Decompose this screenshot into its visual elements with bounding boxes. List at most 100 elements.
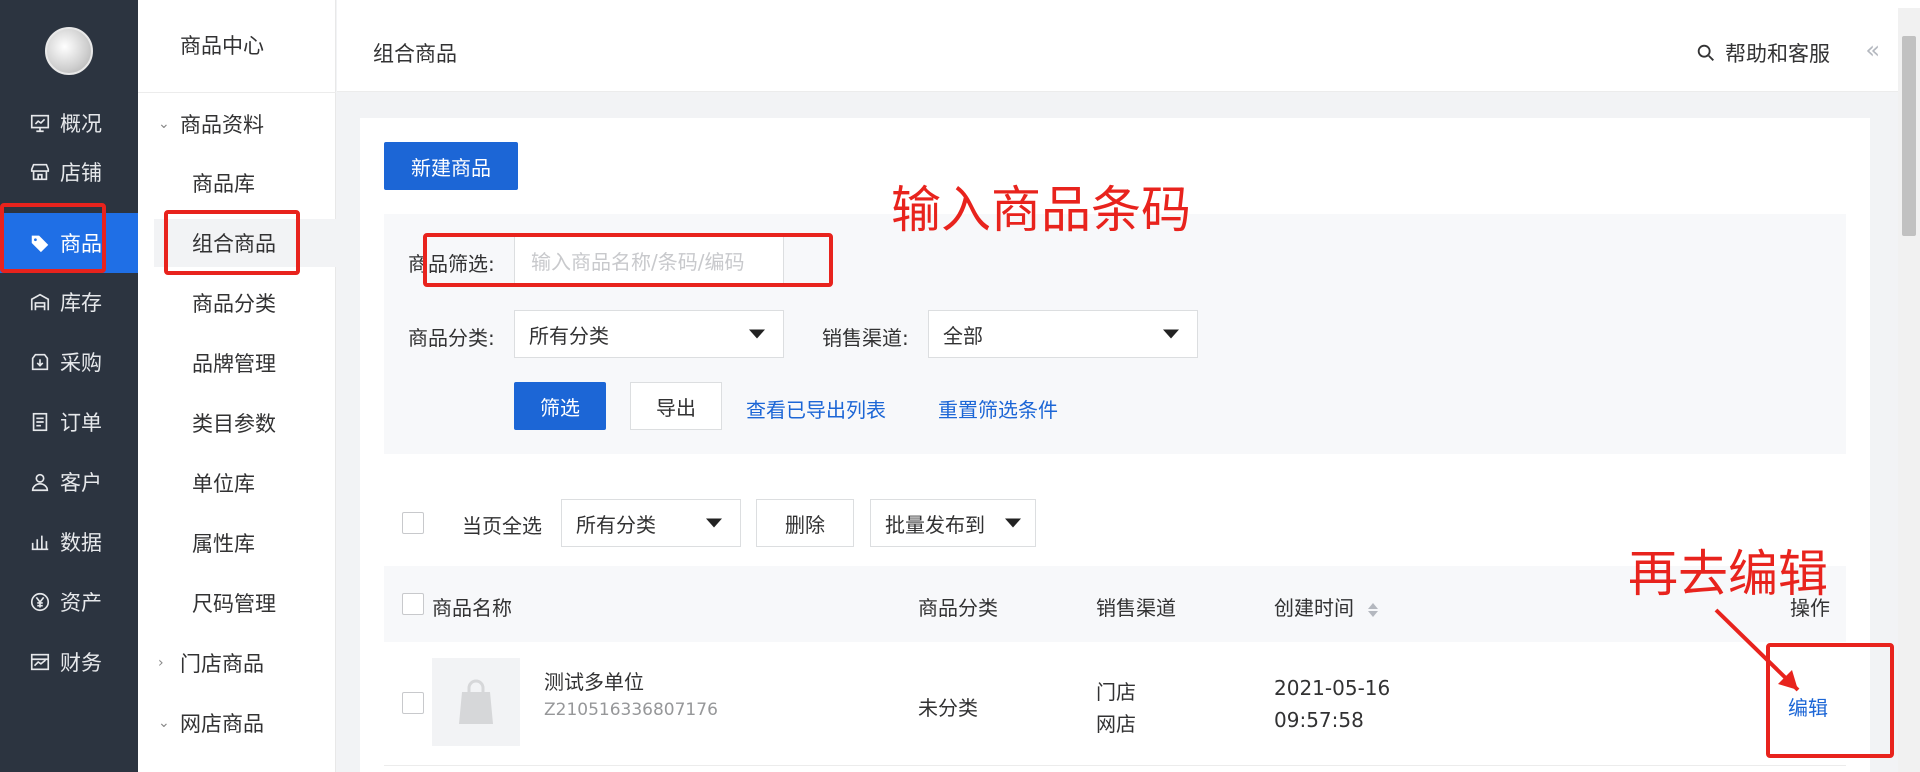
- chevron-right-icon: ›: [158, 655, 164, 671]
- sidebar-item-label: 店铺: [60, 161, 102, 185]
- sidebar-item-orders[interactable]: 订单: [0, 392, 138, 452]
- sidebar-item-label: 财务: [60, 651, 102, 675]
- page-title: 组合商品: [373, 42, 457, 66]
- select-all-checkbox[interactable]: [402, 512, 424, 534]
- annotation-box-goods: [0, 203, 106, 273]
- product-category: 未分类: [918, 696, 978, 720]
- view-exported-link[interactable]: 查看已导出列表: [746, 394, 886, 423]
- subnav-group-label: 网店商品: [180, 712, 264, 736]
- col-channel: 销售渠道: [1096, 596, 1176, 620]
- sidebar-item-label: 概况: [60, 112, 102, 136]
- batch-publish-label: 批量发布到: [885, 512, 985, 537]
- purchase-icon: [28, 350, 52, 374]
- secondary-nav: 商品中心 ⌄ 商品资料 商品库 组合商品 商品分类 品牌管理 类目参数 单位库 …: [138, 0, 336, 772]
- caret-down-icon: [1163, 329, 1179, 339]
- subnav-item-sizes[interactable]: 尺码管理: [138, 579, 336, 627]
- export-button[interactable]: 导出: [630, 382, 722, 430]
- channel-select-value: 全部: [943, 323, 983, 348]
- caret-down-icon: [1005, 518, 1021, 528]
- col-category: 商品分类: [918, 596, 998, 620]
- subnav-group-goods-info[interactable]: ⌄ 商品资料: [138, 100, 336, 148]
- subnav-item-category-params[interactable]: 类目参数: [138, 399, 336, 447]
- header-checkbox[interactable]: [402, 593, 424, 615]
- product-code: Z210516336807176: [544, 700, 718, 720]
- annotation-box-combo-goods: [164, 210, 300, 275]
- category-select[interactable]: 所有分类: [514, 310, 784, 358]
- subnav-item-category[interactable]: 商品分类: [138, 279, 336, 327]
- created-date: 2021-05-16: [1274, 676, 1391, 700]
- channel-store: 门店: [1096, 680, 1136, 704]
- channel-select[interactable]: 全部: [928, 310, 1198, 358]
- row-checkbox[interactable]: [402, 692, 424, 714]
- monitor-icon: [28, 111, 52, 135]
- col-created-time-label: 创建时间: [1274, 596, 1354, 620]
- new-goods-button[interactable]: 新建商品: [384, 142, 518, 190]
- sidebar-item-finance[interactable]: 财务: [0, 632, 138, 692]
- sidebar-item-inventory[interactable]: 库存: [0, 272, 138, 332]
- category-label: 商品分类:: [408, 326, 495, 350]
- subnav-group-online-goods[interactable]: ⌄ 网店商品: [138, 699, 336, 747]
- sidebar-item-label: 订单: [60, 411, 102, 435]
- bar-chart-icon: [28, 530, 52, 554]
- sidebar-item-purchase[interactable]: 采购: [0, 332, 138, 392]
- chevron-down-icon: ⌄: [158, 715, 170, 731]
- subnav-group-store-goods[interactable]: › 门店商品: [138, 639, 336, 687]
- help-label: 帮助和客服: [1725, 42, 1830, 66]
- sort-icon[interactable]: [1368, 602, 1379, 617]
- sidebar-item-assets[interactable]: 资产: [0, 572, 138, 632]
- col-goods-name: 商品名称: [432, 596, 512, 620]
- table-row: 测试多单位 Z210516336807176 未分类 门店 网店 2021-05…: [384, 642, 1846, 766]
- sidebar-item-store[interactable]: 店铺: [0, 142, 138, 202]
- vertical-scrollbar[interactable]: [1898, 8, 1920, 772]
- subnav-item-units[interactable]: 单位库: [138, 459, 336, 507]
- subnav-group-label: 商品资料: [180, 113, 264, 137]
- batch-publish-button[interactable]: 批量发布到: [870, 499, 1036, 547]
- sidebar-item-data[interactable]: 数据: [0, 512, 138, 572]
- finance-icon: [28, 650, 52, 674]
- product-thumbnail: [432, 658, 520, 746]
- scrollbar-thumb[interactable]: [1902, 36, 1916, 236]
- sidebar-item-label: 客户: [60, 471, 102, 495]
- annotation-arrow-icon: [1714, 608, 1800, 692]
- bulk-category-select[interactable]: 所有分类: [561, 499, 741, 547]
- filter-button[interactable]: 筛选: [514, 382, 606, 430]
- divider: [138, 92, 336, 93]
- top-bar: 组合商品 帮助和客服 «: [337, 0, 1920, 92]
- sidebar-item-customers[interactable]: 客户: [0, 452, 138, 512]
- select-all-label: 当页全选: [462, 514, 542, 538]
- sidebar-item-label: 库存: [60, 291, 102, 315]
- main-sidebar: 概况 店铺 商品 库存 采购 订单 客户 数据 资产 财务: [0, 0, 138, 772]
- caret-down-icon: [749, 329, 765, 339]
- annotation-edit-hint: 再去编辑: [1628, 545, 1828, 603]
- delete-button[interactable]: 删除: [756, 499, 854, 547]
- table-header: 商品名称 商品分类 销售渠道 创建时间 操作: [384, 566, 1846, 642]
- product-name[interactable]: 测试多单位: [544, 666, 644, 695]
- collapse-icon[interactable]: «: [1865, 36, 1880, 64]
- warehouse-icon: [28, 290, 52, 314]
- subnav-item-attributes[interactable]: 属性库: [138, 519, 336, 567]
- reset-filter-link[interactable]: 重置筛选条件: [938, 394, 1058, 423]
- category-select-value: 所有分类: [529, 323, 609, 348]
- chevron-down-icon: ⌄: [158, 116, 170, 132]
- channel-label: 销售渠道:: [822, 326, 909, 350]
- subnav-item-goods-library[interactable]: 商品库: [138, 159, 336, 207]
- subnav-title: 商品中心: [180, 34, 264, 58]
- subnav-group-label: 门店商品: [180, 652, 264, 676]
- annotation-box-search: [423, 233, 833, 287]
- sidebar-item-label: 资产: [60, 591, 102, 615]
- created-time: 09:57:58: [1274, 708, 1364, 732]
- avatar[interactable]: [45, 27, 93, 75]
- search-icon: [1697, 44, 1714, 61]
- sidebar-item-label: 采购: [60, 351, 102, 375]
- store-icon: [28, 160, 52, 184]
- help-button[interactable]: 帮助和客服: [1695, 38, 1830, 68]
- caret-down-icon: [706, 518, 722, 528]
- user-icon: [28, 470, 52, 494]
- col-created-time[interactable]: 创建时间: [1274, 592, 1379, 621]
- annotation-input-hint: 输入商品条码: [891, 181, 1191, 239]
- shopping-bag-icon: [459, 679, 493, 724]
- subnav-item-brand[interactable]: 品牌管理: [138, 339, 336, 387]
- channel-online: 网店: [1096, 712, 1136, 736]
- sidebar-item-label: 数据: [60, 531, 102, 555]
- order-icon: [28, 410, 52, 434]
